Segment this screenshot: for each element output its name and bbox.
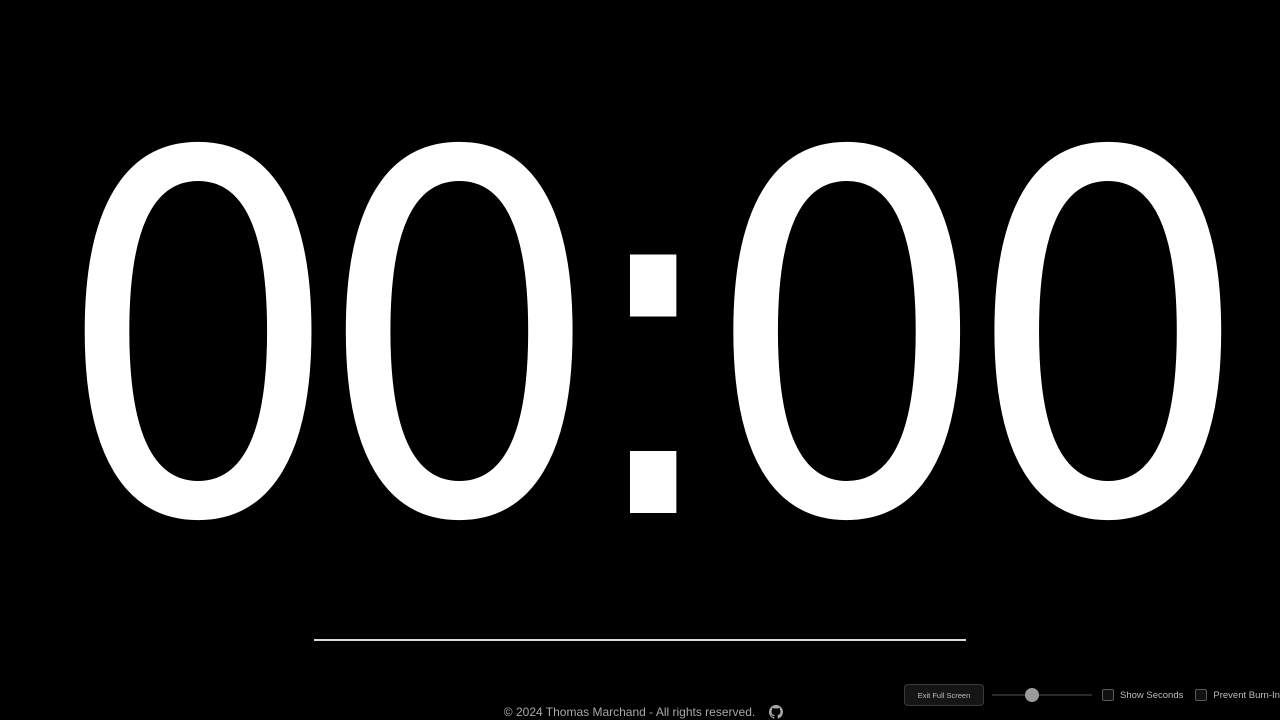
copyright-text: © 2024 Thomas Marchand - All rights rese… xyxy=(503,704,756,719)
show-seconds-label: Show Seconds xyxy=(1120,689,1184,701)
clock-time: 00:00 xyxy=(54,49,1251,631)
show-seconds-checkbox[interactable] xyxy=(1102,689,1114,701)
prevent-burn-in-checkbox[interactable] xyxy=(1195,689,1208,701)
prevent-burn-in-toggle[interactable]: Prevent Burn-In xyxy=(1195,689,1280,701)
progress-divider xyxy=(314,639,966,641)
show-seconds-toggle[interactable]: Show Seconds xyxy=(1102,689,1183,701)
slider-track xyxy=(992,694,1092,696)
clock-display: 00:00 xyxy=(0,60,1280,620)
footer: © 2024 Thomas Marchand - All rights rese… xyxy=(0,703,1280,720)
github-icon[interactable] xyxy=(769,704,784,719)
prevent-burn-in-label: Prevent Burn-In xyxy=(1213,689,1280,701)
slider-thumb[interactable] xyxy=(1025,688,1039,702)
